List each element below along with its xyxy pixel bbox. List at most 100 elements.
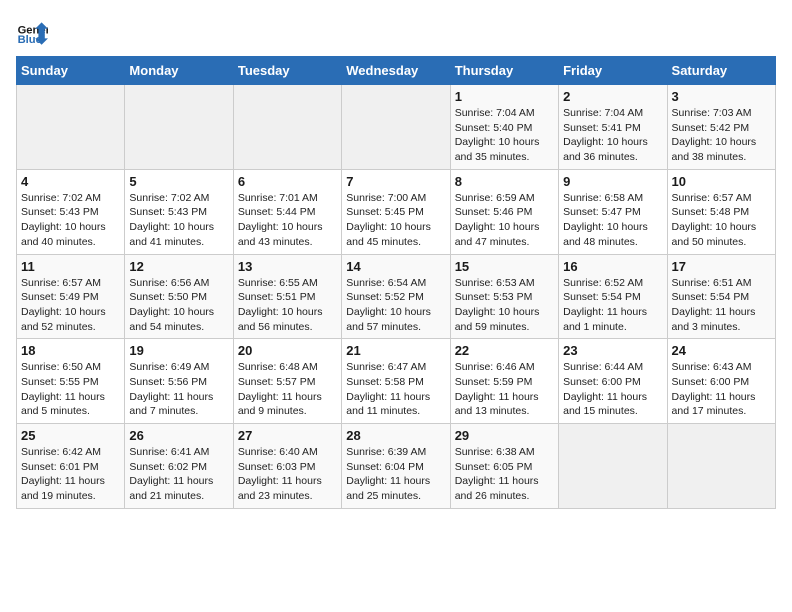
day-info: Sunrise: 6:57 AM Sunset: 5:48 PM Dayligh… — [672, 191, 771, 250]
day-cell: 9Sunrise: 6:58 AM Sunset: 5:47 PM Daylig… — [559, 169, 667, 254]
day-info: Sunrise: 6:52 AM Sunset: 5:54 PM Dayligh… — [563, 276, 662, 335]
day-cell — [233, 85, 341, 170]
page-header: General Blue — [16, 16, 776, 48]
weekday-saturday: Saturday — [667, 57, 775, 85]
weekday-thursday: Thursday — [450, 57, 558, 85]
day-number: 19 — [129, 343, 228, 358]
day-cell: 8 Sunrise: 6:59 AM Sunset: 5:46 PM Daylig… — [450, 169, 558, 254]
day-number: 26 — [129, 428, 228, 443]
day-info: Sunrise: 7:04 AM Sunset: 5:41 PM Dayligh… — [563, 106, 662, 165]
day-info: Sunrise: 7:04 AM Sunset: 5:40 PM Dayligh… — [455, 106, 554, 165]
day-number: 18 — [21, 343, 120, 358]
day-number: 14 — [346, 259, 445, 274]
day-cell — [342, 85, 450, 170]
day-cell: 10 Sunrise: 6:57 AM Sunset: 5:48 PM Dayli… — [667, 169, 775, 254]
weekday-friday: Friday — [559, 57, 667, 85]
day-number: 23 — [563, 343, 662, 358]
week-row-3: 18 Sunrise: 6:50 AM Sunset: 5:55 PM Dayli… — [17, 339, 776, 424]
day-number: 13 — [238, 259, 337, 274]
day-cell: 4 Sunrise: 7:02 AM Sunset: 5:43 PM Daylig… — [17, 169, 125, 254]
day-cell: 12Sunrise: 6:56 AM Sunset: 5:50 PM Dayli… — [125, 254, 233, 339]
day-cell — [125, 85, 233, 170]
day-info: Sunrise: 6:55 AM Sunset: 5:51 PM Dayligh… — [238, 276, 337, 335]
week-row-0: 1 Sunrise: 7:04 AM Sunset: 5:40 PM Daylig… — [17, 85, 776, 170]
day-info: Sunrise: 6:54 AM Sunset: 5:52 PM Dayligh… — [346, 276, 445, 335]
day-number: 24 — [672, 343, 771, 358]
day-cell — [667, 424, 775, 509]
day-cell: 2Sunrise: 7:04 AM Sunset: 5:41 PM Daylig… — [559, 85, 667, 170]
week-row-1: 4 Sunrise: 7:02 AM Sunset: 5:43 PM Daylig… — [17, 169, 776, 254]
logo-icon: General Blue — [16, 16, 48, 48]
calendar-table: SundayMondayTuesdayWednesdayThursdayFrid… — [16, 56, 776, 509]
day-info: Sunrise: 6:46 AM Sunset: 5:59 PM Dayligh… — [455, 360, 554, 419]
day-cell: 21Sunrise: 6:47 AM Sunset: 5:58 PM Dayli… — [342, 339, 450, 424]
day-number: 29 — [455, 428, 554, 443]
day-info: Sunrise: 6:51 AM Sunset: 5:54 PM Dayligh… — [672, 276, 771, 335]
day-number: 8 — [455, 174, 554, 189]
day-info: Sunrise: 7:02 AM Sunset: 5:43 PM Dayligh… — [21, 191, 120, 250]
day-cell — [17, 85, 125, 170]
day-number: 5 — [129, 174, 228, 189]
day-cell: 14 Sunrise: 6:54 AM Sunset: 5:52 PM Dayli… — [342, 254, 450, 339]
week-row-4: 25 Sunrise: 6:42 AM Sunset: 6:01 PM Dayli… — [17, 424, 776, 509]
day-cell: 15 Sunrise: 6:53 AM Sunset: 5:53 PM Dayli… — [450, 254, 558, 339]
day-info: Sunrise: 7:00 AM Sunset: 5:45 PM Dayligh… — [346, 191, 445, 250]
day-cell: 23 Sunrise: 6:44 AM Sunset: 6:00 PM Dayli… — [559, 339, 667, 424]
week-row-2: 11 Sunrise: 6:57 AM Sunset: 5:49 PM Dayli… — [17, 254, 776, 339]
day-cell: 3 Sunrise: 7:03 AM Sunset: 5:42 PM Daylig… — [667, 85, 775, 170]
day-info: Sunrise: 6:42 AM Sunset: 6:01 PM Dayligh… — [21, 445, 120, 504]
day-info: Sunrise: 6:41 AM Sunset: 6:02 PM Dayligh… — [129, 445, 228, 504]
day-cell: 18 Sunrise: 6:50 AM Sunset: 5:55 PM Dayli… — [17, 339, 125, 424]
day-number: 3 — [672, 89, 771, 104]
day-number: 20 — [238, 343, 337, 358]
day-cell: 27 Sunrise: 6:40 AM Sunset: 6:03 PM Dayli… — [233, 424, 341, 509]
day-cell: 24 Sunrise: 6:43 AM Sunset: 6:00 PM Dayli… — [667, 339, 775, 424]
day-info: Sunrise: 6:38 AM Sunset: 6:05 PM Dayligh… — [455, 445, 554, 504]
day-number: 17 — [672, 259, 771, 274]
day-number: 7 — [346, 174, 445, 189]
day-cell: 16 Sunrise: 6:52 AM Sunset: 5:54 PM Dayli… — [559, 254, 667, 339]
weekday-tuesday: Tuesday — [233, 57, 341, 85]
day-number: 21 — [346, 343, 445, 358]
day-cell: 1 Sunrise: 7:04 AM Sunset: 5:40 PM Daylig… — [450, 85, 558, 170]
logo: General Blue — [16, 16, 48, 48]
weekday-monday: Monday — [125, 57, 233, 85]
calendar-body: 1 Sunrise: 7:04 AM Sunset: 5:40 PM Daylig… — [17, 85, 776, 509]
day-info: Sunrise: 6:57 AM Sunset: 5:49 PM Dayligh… — [21, 276, 120, 335]
day-info: Sunrise: 7:02 AM Sunset: 5:43 PM Dayligh… — [129, 191, 228, 250]
day-info: Sunrise: 6:58 AM Sunset: 5:47 PM Dayligh… — [563, 191, 662, 250]
day-cell: 17 Sunrise: 6:51 AM Sunset: 5:54 PM Dayli… — [667, 254, 775, 339]
day-number: 10 — [672, 174, 771, 189]
day-cell: 25 Sunrise: 6:42 AM Sunset: 6:01 PM Dayli… — [17, 424, 125, 509]
day-number: 6 — [238, 174, 337, 189]
day-number: 25 — [21, 428, 120, 443]
day-info: Sunrise: 6:40 AM Sunset: 6:03 PM Dayligh… — [238, 445, 337, 504]
day-number: 28 — [346, 428, 445, 443]
weekday-header-row: SundayMondayTuesdayWednesdayThursdayFrid… — [17, 57, 776, 85]
day-cell: 28 Sunrise: 6:39 AM Sunset: 6:04 PM Dayli… — [342, 424, 450, 509]
day-number: 22 — [455, 343, 554, 358]
day-info: Sunrise: 6:44 AM Sunset: 6:00 PM Dayligh… — [563, 360, 662, 419]
day-cell: 22 Sunrise: 6:46 AM Sunset: 5:59 PM Dayli… — [450, 339, 558, 424]
day-number: 15 — [455, 259, 554, 274]
day-cell — [559, 424, 667, 509]
day-number: 11 — [21, 259, 120, 274]
day-cell: 6Sunrise: 7:01 AM Sunset: 5:44 PM Daylig… — [233, 169, 341, 254]
day-info: Sunrise: 6:49 AM Sunset: 5:56 PM Dayligh… — [129, 360, 228, 419]
day-info: Sunrise: 6:59 AM Sunset: 5:46 PM Dayligh… — [455, 191, 554, 250]
day-number: 27 — [238, 428, 337, 443]
day-number: 4 — [21, 174, 120, 189]
day-info: Sunrise: 6:39 AM Sunset: 6:04 PM Dayligh… — [346, 445, 445, 504]
day-info: Sunrise: 6:53 AM Sunset: 5:53 PM Dayligh… — [455, 276, 554, 335]
day-info: Sunrise: 6:50 AM Sunset: 5:55 PM Dayligh… — [21, 360, 120, 419]
day-cell: 26 Sunrise: 6:41 AM Sunset: 6:02 PM Dayli… — [125, 424, 233, 509]
day-info: Sunrise: 6:56 AM Sunset: 5:50 PM Dayligh… — [129, 276, 228, 335]
day-info: Sunrise: 7:03 AM Sunset: 5:42 PM Dayligh… — [672, 106, 771, 165]
day-number: 1 — [455, 89, 554, 104]
day-number: 16 — [563, 259, 662, 274]
day-info: Sunrise: 6:43 AM Sunset: 6:00 PM Dayligh… — [672, 360, 771, 419]
day-cell: 11 Sunrise: 6:57 AM Sunset: 5:49 PM Dayli… — [17, 254, 125, 339]
day-cell: 19 Sunrise: 6:49 AM Sunset: 5:56 PM Dayli… — [125, 339, 233, 424]
day-cell: 20Sunrise: 6:48 AM Sunset: 5:57 PM Dayli… — [233, 339, 341, 424]
weekday-sunday: Sunday — [17, 57, 125, 85]
